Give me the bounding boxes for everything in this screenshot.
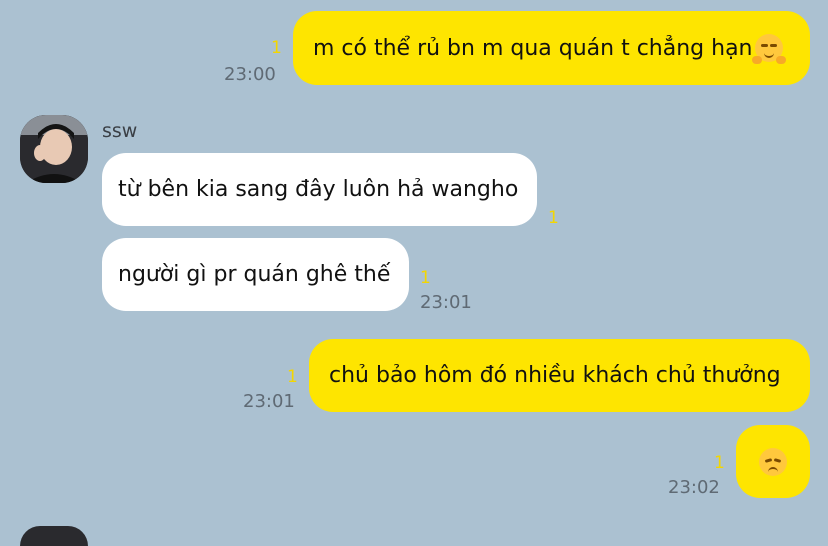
message-time: 23:01	[420, 292, 472, 313]
hugging-face-icon	[751, 34, 786, 64]
message-bubble[interactable]: chủ bảo hôm đó nhiều khách chủ thưởng	[309, 339, 810, 412]
message-text: từ bên kia sang đây luôn hả wangho	[118, 177, 519, 202]
message-text: m có thể rủ bn m qua quán t chẳng hạn	[313, 35, 753, 61]
message-bubble[interactable]	[736, 425, 810, 498]
avatar[interactable]	[20, 115, 88, 183]
message-text: người gì pr quán ghê thế	[118, 262, 391, 287]
sender-name: ssw	[102, 120, 138, 142]
message-bubble[interactable]: người gì pr quán ghê thế	[102, 238, 409, 311]
message-text: chủ bảo hôm đó nhiều khách chủ thưởng	[329, 363, 781, 388]
pensive-face-icon	[759, 447, 787, 476]
avatar[interactable]	[20, 526, 88, 546]
unread-count: 1	[548, 208, 559, 228]
avatar-photo-icon	[20, 115, 88, 183]
message-bubble[interactable]: m có thể rủ bn m qua quán t chẳng hạn	[293, 11, 810, 85]
message-time: 23:01	[243, 391, 295, 412]
unread-count: 1	[271, 38, 282, 58]
unread-count: 1	[714, 453, 725, 473]
unread-count: 1	[287, 367, 298, 387]
message-time: 23:00	[224, 64, 276, 85]
message-bubble[interactable]: từ bên kia sang đây luôn hả wangho	[102, 153, 537, 226]
message-time: 23:02	[668, 477, 720, 498]
unread-count: 1	[420, 268, 431, 288]
